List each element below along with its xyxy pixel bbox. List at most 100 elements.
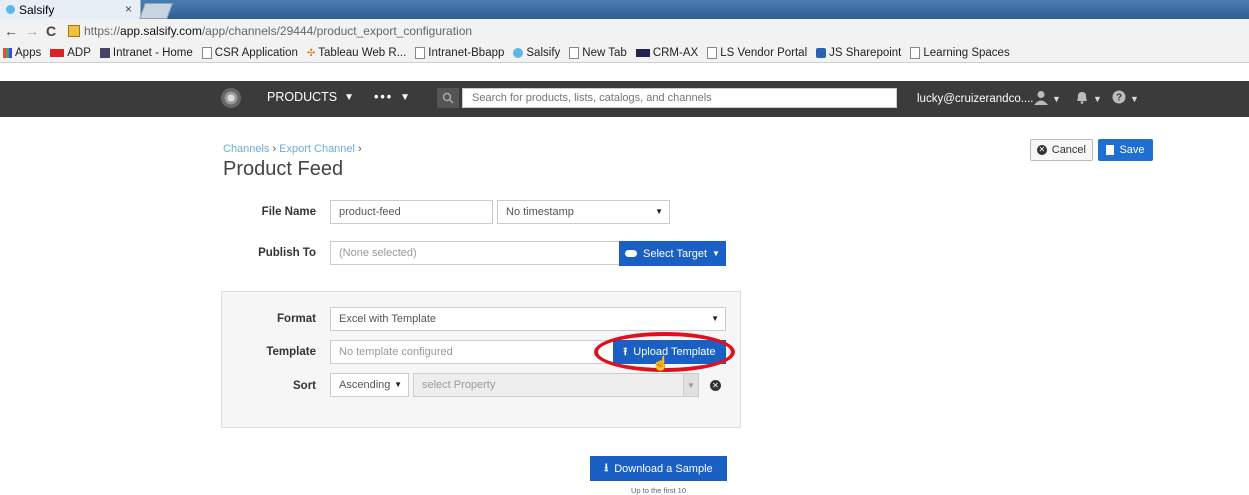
browser-tab-salsify[interactable]: Salsify × xyxy=(0,0,141,19)
format-select[interactable]: Excel with Template ▼ xyxy=(330,307,726,331)
reload-icon[interactable]: C xyxy=(46,23,56,39)
download-sample-note: Up to the first 10 xyxy=(630,486,687,495)
user-avatar-icon xyxy=(1034,90,1048,108)
bookmark-label: Intranet-Bbapp xyxy=(428,47,505,59)
help-icon: ? xyxy=(1112,90,1126,107)
ls-icon xyxy=(99,48,110,58)
user-email[interactable]: lucky@cruizerandco.... xyxy=(917,93,1034,105)
download-sample-button[interactable]: ⭳ Download a Sample xyxy=(590,456,727,481)
timestamp-select[interactable]: No timestamp ▼ xyxy=(497,200,670,224)
tab-title: Salsify xyxy=(19,2,55,17)
bookmark-intranet-bbapp[interactable]: Intranet-Bbapp xyxy=(415,47,504,59)
more-menu[interactable]: ••• ▼ xyxy=(374,90,410,104)
page-title: Product Feed xyxy=(223,158,344,180)
svg-text:?: ? xyxy=(1116,93,1122,104)
bookmark-new-tab[interactable]: New Tab xyxy=(569,47,627,59)
format-value: Excel with Template xyxy=(339,313,437,325)
dropdown-caret-icon: ▼ xyxy=(711,314,719,323)
cancel-label: Cancel xyxy=(1051,144,1086,156)
search-icon[interactable] xyxy=(437,88,459,108)
salsify-icon xyxy=(513,48,524,58)
sort-order-value: Ascending xyxy=(339,379,391,391)
tab-close-icon[interactable]: × xyxy=(125,2,132,16)
products-menu-label: PRODUCTS xyxy=(267,90,338,104)
cancel-circle-icon: ✕ xyxy=(1037,145,1047,155)
bookmarks-bar: Apps ADP Intranet - Home CSR Application… xyxy=(0,44,1249,63)
more-dots-label: ••• xyxy=(374,90,394,104)
save-label: Save xyxy=(1119,144,1145,156)
bookmark-intranet-home[interactable]: Intranet - Home xyxy=(99,47,193,59)
url-path: /app/channels/29444/product_export_confi… xyxy=(201,23,473,38)
url-field[interactable]: https://app.salsify.com/app/channels/294… xyxy=(68,22,472,39)
sort-property-placeholder: select Property xyxy=(422,379,496,391)
chevron-down-icon: ▼ xyxy=(344,91,355,103)
clear-sort-icon[interactable]: ✕ xyxy=(710,380,721,391)
breadcrumb-export-channel-link[interactable]: Export Channel xyxy=(279,143,355,155)
notifications-menu[interactable]: ▼ xyxy=(1075,90,1102,107)
file-name-input[interactable]: product-feed xyxy=(330,200,493,224)
bookmark-label: ADP xyxy=(67,47,91,59)
bookmark-js-sharepoint[interactable]: JS Sharepoint xyxy=(816,47,901,59)
file-name-value: product-feed xyxy=(339,206,401,218)
adp-logo-icon xyxy=(50,49,65,57)
dropdown-caret-icon: ▼ xyxy=(655,207,663,216)
bookmark-label: New Tab xyxy=(582,47,627,59)
salsify-favicon-icon xyxy=(6,5,15,14)
bookmark-label: Intranet - Home xyxy=(112,47,193,59)
url-prefix: https:// xyxy=(84,23,121,38)
dropdown-caret-icon: ▼ xyxy=(394,380,402,389)
tableau-icon: ✣ xyxy=(306,48,316,59)
page-icon xyxy=(201,47,212,59)
back-arrow-icon[interactable]: ← xyxy=(4,23,18,39)
products-menu[interactable]: PRODUCTS ▼ xyxy=(267,90,354,104)
sort-label: Sort xyxy=(293,380,316,392)
bookmark-label: JS Sharepoint xyxy=(829,47,902,59)
file-name-label: File Name xyxy=(261,206,316,218)
bookmark-label: Tableau Web R... xyxy=(318,47,407,59)
format-label: Format xyxy=(277,313,316,325)
apps-grid-icon xyxy=(3,48,12,58)
publish-to-input[interactable]: (None selected) xyxy=(330,241,620,265)
global-search-input[interactable] xyxy=(462,88,897,108)
cancel-button[interactable]: ✕ Cancel xyxy=(1030,139,1093,161)
help-menu[interactable]: ? ▼ xyxy=(1112,90,1139,107)
download-sample-label: Download a Sample xyxy=(614,462,713,475)
sharepoint-icon xyxy=(816,48,827,58)
browser-tabstrip xyxy=(0,0,1249,19)
user-menu[interactable]: ▼ xyxy=(1034,90,1061,108)
timestamp-value: No timestamp xyxy=(506,206,574,218)
bookmark-salsify[interactable]: Salsify xyxy=(513,47,560,59)
select-target-button[interactable]: Select Target ▼ xyxy=(619,241,726,266)
bookmark-label: CSR Application xyxy=(214,47,298,59)
breadcrumb: Channels › Export Channel › xyxy=(223,143,365,155)
page-icon xyxy=(910,47,921,59)
cloud-icon xyxy=(625,250,638,257)
template-input[interactable]: No template configured xyxy=(330,340,614,364)
page-icon xyxy=(569,47,580,59)
forward-arrow-icon[interactable]: → xyxy=(25,23,39,39)
bookmark-label: Apps xyxy=(15,47,42,59)
bookmark-apps[interactable]: Apps xyxy=(3,47,41,59)
bookmark-ls-vendor-portal[interactable]: LS Vendor Portal xyxy=(707,47,807,59)
bookmark-tableau[interactable]: ✣ Tableau Web R... xyxy=(307,47,406,59)
bookmark-label: LS Vendor Portal xyxy=(720,47,808,59)
bookmark-csr-application[interactable]: CSR Application xyxy=(201,47,298,59)
bookmark-label: Salsify xyxy=(526,47,561,59)
save-button[interactable]: Save xyxy=(1098,139,1153,161)
chevron-down-icon: ▼ xyxy=(712,249,720,258)
salsify-logo-icon[interactable] xyxy=(221,88,241,108)
chevron-down-icon: ▼ xyxy=(400,91,411,103)
bookmark-label: Learning Spaces xyxy=(923,47,1010,59)
bookmark-adp[interactable]: ADP xyxy=(50,47,91,59)
new-tab-button[interactable] xyxy=(139,3,173,19)
bookmark-label: CRM-AX xyxy=(652,47,699,59)
sort-property-select[interactable]: select Property ▼ xyxy=(413,373,699,397)
publish-to-value: (None selected) xyxy=(339,247,417,259)
sort-order-select[interactable]: Ascending ▼ xyxy=(330,373,409,397)
bookmark-learning-spaces[interactable]: Learning Spaces xyxy=(910,47,1010,59)
bookmark-crm-ax[interactable]: CRM-AX xyxy=(635,47,699,59)
crm-icon xyxy=(635,49,650,57)
breadcrumb-channels-link[interactable]: Channels xyxy=(223,143,269,155)
download-icon: ⭳ xyxy=(604,462,609,474)
select-target-label: Select Target xyxy=(643,247,708,260)
